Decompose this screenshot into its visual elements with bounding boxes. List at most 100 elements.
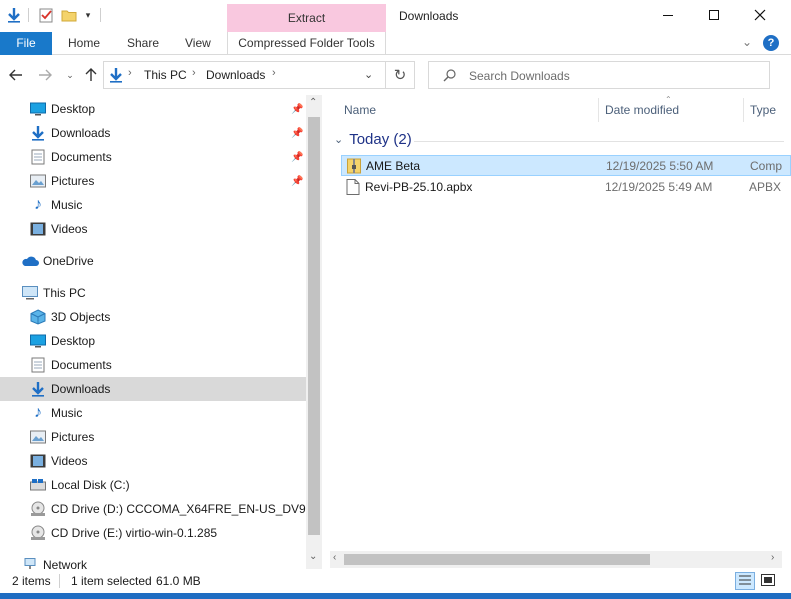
file-name: AME Beta	[366, 159, 421, 173]
music-icon: ♪	[34, 404, 42, 421]
nav-item-this-pc[interactable]: This PC	[0, 281, 306, 305]
breadcrumb-separator-icon[interactable]: ›	[128, 67, 132, 79]
column-header-date[interactable]: Date modified	[605, 95, 679, 125]
status-bar: 2 items 1 item selected 61.0 MB	[0, 569, 791, 593]
nav-scrollbar[interactable]: ⌃ ⌄	[306, 95, 322, 569]
file-row[interactable]: Revi-PB-25.10.apbx 12/19/2025 5:49 AM AP…	[341, 177, 791, 198]
nav-item-documents[interactable]: Documents	[0, 353, 306, 377]
nav-item-videos[interactable]: Videos	[0, 449, 306, 473]
nav-item-desktop[interactable]: Desktop 📌	[0, 97, 306, 121]
nav-item-documents[interactable]: Documents 📌	[0, 145, 306, 169]
horizontal-scrollbar[interactable]: ‹ ›	[330, 551, 782, 568]
divider	[59, 574, 60, 588]
pictures-icon	[29, 428, 47, 446]
3d-objects-icon	[29, 308, 47, 326]
search-icon	[443, 68, 457, 85]
nav-item-cd-drive-e[interactable]: CD Drive (E:) virtio-win-0.1.285	[0, 521, 306, 545]
nav-label: Videos	[51, 222, 88, 236]
scroll-left-icon[interactable]: ‹	[333, 552, 336, 563]
customize-quick-access-icon[interactable]: ▾	[79, 6, 97, 24]
expand-ribbon-icon[interactable]: ⌄	[742, 35, 752, 49]
search-box[interactable]: Search Downloads	[428, 61, 770, 89]
group-header-today[interactable]: ⌄ Today (2)	[334, 131, 412, 148]
tab-compressed-folder-tools[interactable]: Compressed Folder Tools	[227, 32, 386, 55]
column-divider[interactable]	[598, 98, 599, 122]
large-icons-view-button[interactable]	[758, 572, 778, 590]
up-arrow-icon[interactable]	[82, 66, 100, 84]
tab-file[interactable]: File	[0, 32, 52, 55]
breadcrumb-this-pc[interactable]: This PC	[144, 68, 187, 82]
documents-icon	[29, 356, 47, 374]
breadcrumb-downloads[interactable]: Downloads	[206, 68, 265, 82]
nav-item-pictures[interactable]: Pictures	[0, 425, 306, 449]
address-bar[interactable]: › This PC › Downloads › ⌄	[103, 61, 386, 89]
pin-icon[interactable]: 📌	[291, 104, 303, 115]
computer-icon	[21, 284, 39, 302]
collapse-chevron-icon[interactable]: ⌄	[334, 133, 343, 146]
file-row-selected[interactable]: AME Beta 12/19/2025 5:50 AM Comp	[341, 155, 791, 176]
downloads-icon	[108, 67, 124, 86]
tab-share[interactable]: Share	[127, 32, 159, 55]
pin-icon[interactable]: 📌	[291, 176, 303, 187]
back-arrow-icon[interactable]	[7, 66, 25, 84]
refresh-icon: ↻	[393, 67, 407, 84]
nav-item-downloads[interactable]: Downloads 📌	[0, 121, 306, 145]
title-bar: ▾ Extract Downloads	[0, 0, 791, 32]
properties-icon[interactable]	[37, 6, 55, 24]
scroll-down-icon[interactable]: ⌄	[309, 551, 317, 562]
window-title: Downloads	[399, 9, 459, 23]
help-icon[interactable]: ?	[763, 35, 779, 51]
cd-drive-icon	[29, 500, 47, 518]
breadcrumb-separator-icon[interactable]: ›	[192, 67, 196, 79]
forward-arrow-icon[interactable]	[36, 66, 54, 84]
nav-item-3d-objects[interactable]: 3D Objects	[0, 305, 306, 329]
nav-label: CD Drive (D:) CCCOMA_X64FRE_EN-US_DV9	[51, 502, 306, 516]
nav-item-local-disk[interactable]: Local Disk (C:)	[0, 473, 306, 497]
desktop-icon	[29, 100, 47, 118]
scroll-up-icon[interactable]: ⌃	[309, 97, 317, 108]
new-folder-icon[interactable]	[60, 6, 78, 24]
status-size: 61.0 MB	[156, 574, 201, 588]
tab-view[interactable]: View	[185, 32, 211, 55]
ribbon-tabs: File Home Share View Compressed Folder T…	[0, 32, 791, 55]
nav-item-desktop[interactable]: Desktop	[0, 329, 306, 353]
maximize-icon	[708, 9, 720, 24]
videos-icon	[29, 452, 47, 470]
onedrive-cloud-icon	[21, 252, 39, 270]
minimize-icon	[662, 9, 674, 24]
tab-home[interactable]: Home	[68, 32, 100, 55]
column-header-name[interactable]: Name	[344, 95, 376, 125]
nav-item-cd-drive-d[interactable]: CD Drive (D:) CCCOMA_X64FRE_EN-US_DV9	[0, 497, 306, 521]
file-type: Comp	[750, 159, 783, 173]
pin-icon[interactable]: 📌	[291, 128, 303, 139]
recent-locations-icon[interactable]: ⌄	[61, 66, 79, 84]
nav-item-onedrive[interactable]: OneDrive	[0, 249, 306, 273]
nav-item-music[interactable]: ♪ Music	[0, 401, 306, 425]
downloads-icon	[29, 124, 47, 142]
navigation-pane: Desktop 📌 Downloads 📌 Documents 📌 Pictur…	[0, 95, 322, 572]
column-header-type[interactable]: Type	[750, 95, 776, 125]
drive-icon	[29, 476, 47, 494]
search-placeholder: Search Downloads	[469, 69, 570, 83]
address-dropdown-icon[interactable]: ⌄	[364, 68, 373, 81]
nav-item-videos[interactable]: Videos	[0, 217, 306, 241]
nav-label: Pictures	[51, 174, 95, 188]
horizontal-scrollbar-thumb[interactable]	[344, 554, 650, 565]
downloads-arrow-icon[interactable]	[5, 6, 23, 24]
refresh-button[interactable]: ↻	[386, 61, 415, 89]
context-tab-extract[interactable]: Extract	[227, 4, 386, 32]
pin-icon[interactable]: 📌	[291, 152, 303, 163]
nav-item-pictures[interactable]: Pictures 📌	[0, 169, 306, 193]
nav-label: Documents	[51, 358, 112, 372]
details-view-button[interactable]	[735, 572, 755, 590]
nav-scrollbar-thumb[interactable]	[308, 117, 320, 535]
minimize-button[interactable]	[645, 0, 691, 32]
scroll-right-icon[interactable]: ›	[771, 552, 774, 563]
breadcrumb-separator-icon[interactable]: ›	[272, 67, 276, 79]
nav-label: Music	[51, 406, 83, 420]
maximize-button[interactable]	[691, 0, 737, 32]
nav-item-downloads-selected[interactable]: Downloads	[0, 377, 306, 401]
column-divider[interactable]	[743, 98, 744, 122]
close-button[interactable]	[737, 0, 783, 32]
nav-item-music[interactable]: ♪ Music	[0, 193, 306, 217]
